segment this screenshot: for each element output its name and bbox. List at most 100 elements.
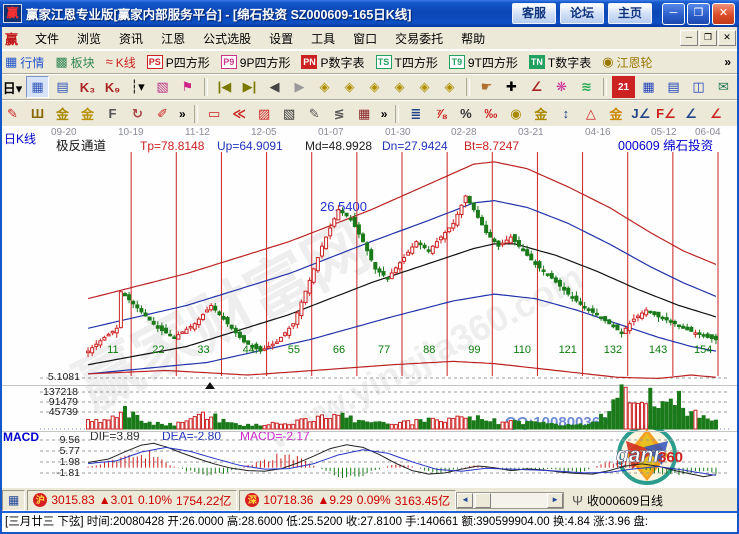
- measure-angle-button[interactable]: ∠: [525, 76, 548, 98]
- gann-tool-button[interactable]: ❋: [550, 76, 573, 98]
- period-day-selector[interactable]: 日▾: [1, 76, 24, 98]
- first-bar-button[interactable]: |◀: [213, 76, 236, 98]
- menu-news[interactable]: 资讯: [110, 28, 152, 49]
- triangle-wave-tool[interactable]: △: [579, 103, 602, 125]
- v-expand-button[interactable]: ◈: [438, 76, 461, 98]
- shift-right-button[interactable]: ◈: [338, 76, 361, 98]
- brush-tool[interactable]: ✐: [151, 103, 174, 125]
- candle-style-button[interactable]: ┆▾: [126, 76, 149, 98]
- pen-tool[interactable]: ✎: [1, 103, 24, 125]
- gold-square-tool[interactable]: 金: [51, 103, 74, 125]
- gann-circle-tool[interactable]: ◉: [504, 103, 527, 125]
- menu-file[interactable]: 文件: [26, 28, 68, 49]
- price-axis-label: 5.1081: [36, 371, 80, 383]
- matrix-tool[interactable]: ▦: [353, 103, 376, 125]
- fan-lines-tool[interactable]: ≪: [228, 103, 251, 125]
- mdi-close-button[interactable]: ✕: [718, 30, 736, 46]
- prev-bar-button[interactable]: ◀: [263, 76, 286, 98]
- percent-tool[interactable]: %: [454, 103, 477, 125]
- scroll-left-arrow[interactable]: ◄: [457, 493, 473, 508]
- menu-settings[interactable]: 设置: [260, 28, 302, 49]
- h-compress-button[interactable]: ◈: [363, 76, 386, 98]
- mail-button[interactable]: ✉: [712, 76, 735, 98]
- price-ladder-tool[interactable]: ≣: [404, 103, 427, 125]
- sectors-button[interactable]: ▩ 板块: [50, 53, 100, 72]
- retrace-zone-tool[interactable]: ⅞: [429, 103, 452, 125]
- percent-line-tool[interactable]: ‰: [479, 103, 502, 125]
- flag-button[interactable]: ⚑: [176, 76, 199, 98]
- calendar-button[interactable]: 21: [612, 76, 635, 98]
- toolbar-overflow-chevron[interactable]: »: [381, 107, 388, 121]
- chart-area[interactable]: 赢家财富网 www.yingjia360.com 日K线 极反通道 Tp=78.…: [0, 126, 739, 487]
- h-expand-button[interactable]: ◈: [388, 76, 411, 98]
- shanghai-index-segment[interactable]: 沪 3015.83 ▲3.01 0.10% 1754.22亿: [27, 490, 237, 511]
- f-square-tool[interactable]: F: [101, 103, 124, 125]
- toolbar-icon: ▦: [5, 55, 17, 69]
- p-table-button[interactable]: PN P数字表: [296, 53, 370, 72]
- menu-trade[interactable]: 交易委托: [386, 28, 452, 49]
- wave-tool-button[interactable]: ≋: [575, 76, 598, 98]
- navigation-toolbar: 日▾▦▤K₃K₉┆▾▧⚑|◀▶|◀▶◈◈◈◈◈◈☛✚∠❋≋21▦▤◫✉⇩: [0, 74, 739, 100]
- shade-box-tool[interactable]: ▨: [253, 103, 276, 125]
- info-panel-button[interactable]: ▤: [51, 76, 74, 98]
- chart-3-button[interactable]: K₃: [76, 76, 99, 98]
- close-button[interactable]: ✕: [712, 3, 735, 25]
- speed-line-tool[interactable]: ∠: [704, 103, 727, 125]
- kline-button[interactable]: ≈ K线: [101, 53, 142, 72]
- maximize-button[interactable]: ❐: [687, 3, 710, 25]
- toolbar-overflow-chevron[interactable]: »: [179, 107, 186, 121]
- gann-wheel-button[interactable]: ◉ 江恩轮: [597, 53, 658, 72]
- next-bar-button[interactable]: ▶: [288, 76, 311, 98]
- quotes-button[interactable]: ▦ 行情: [0, 53, 50, 72]
- pattern-box-tool[interactable]: ▧: [278, 103, 301, 125]
- menu-formula-picker[interactable]: 公式选股: [194, 28, 260, 49]
- crosshair-button[interactable]: ✚: [500, 76, 523, 98]
- support-button[interactable]: 客服: [512, 3, 556, 24]
- menu-browse[interactable]: 浏览: [68, 28, 110, 49]
- homepage-button[interactable]: 主页: [608, 3, 652, 24]
- candle-mark-tool[interactable]: ↕: [554, 103, 577, 125]
- mdi-minimize-button[interactable]: ─: [680, 30, 698, 46]
- screen-mode-button[interactable]: ▦: [26, 76, 49, 98]
- v-compress-button[interactable]: ◈: [413, 76, 436, 98]
- scrollbar-thumb[interactable]: [475, 493, 491, 508]
- j-line-tool[interactable]: J∠: [629, 103, 652, 125]
- menu-window[interactable]: 窗口: [344, 28, 386, 49]
- pencil-tool[interactable]: ✎: [303, 103, 326, 125]
- gold-ratio-tool[interactable]: 金: [76, 103, 99, 125]
- chart-9-button[interactable]: K₉: [101, 76, 124, 98]
- t-square-button[interactable]: TS T四方形: [371, 53, 444, 72]
- 9t-square-button[interactable]: T9 9T四方形: [444, 53, 524, 72]
- save-button[interactable]: ◫: [687, 76, 710, 98]
- minimize-button[interactable]: ─: [662, 3, 685, 25]
- angle-line-tool[interactable]: ∠: [679, 103, 702, 125]
- mdi-restore-button[interactable]: ❐: [699, 30, 717, 46]
- spiral-tool[interactable]: ↻: [126, 103, 149, 125]
- scroll-right-arrow[interactable]: ►: [547, 493, 563, 508]
- toolbar-overflow-chevron[interactable]: »: [724, 55, 731, 69]
- frame-tool[interactable]: ▭: [203, 103, 226, 125]
- gold-line-tool[interactable]: 金: [529, 103, 552, 125]
- toolbar-icon: ≈: [106, 55, 113, 69]
- gold-arc-tool[interactable]: 金: [604, 103, 627, 125]
- p-square-button[interactable]: PS P四方形: [142, 53, 216, 72]
- kline-plot[interactable]: [0, 126, 739, 487]
- menu-gann[interactable]: 江恩: [152, 28, 194, 49]
- last-bar-button[interactable]: ▶|: [238, 76, 261, 98]
- horizontal-scrollbar[interactable]: ◄ ►: [456, 492, 564, 509]
- 9p-square-button[interactable]: P9 9P四方形: [216, 53, 297, 72]
- pattern-button[interactable]: ▧: [151, 76, 174, 98]
- comb-tool[interactable]: Ш: [26, 103, 49, 125]
- status-grid-segment[interactable]: ▦: [2, 490, 25, 511]
- calculator-button[interactable]: ▦: [637, 76, 660, 98]
- hand-tool-button[interactable]: ☛: [475, 76, 498, 98]
- shenzhen-index-segment[interactable]: 深 10718.36 ▲9.29 0.09% 3163.45亿: [239, 490, 456, 511]
- notebook-button[interactable]: ▤: [662, 76, 685, 98]
- forum-button[interactable]: 论坛: [560, 3, 604, 24]
- zigzag-tool[interactable]: ≶: [328, 103, 351, 125]
- shift-left-button[interactable]: ◈: [313, 76, 336, 98]
- menu-help[interactable]: 帮助: [452, 28, 494, 49]
- menu-tools[interactable]: 工具: [302, 28, 344, 49]
- f-line-tool[interactable]: F∠: [654, 103, 677, 125]
- t-table-button[interactable]: TN T数字表: [524, 53, 597, 72]
